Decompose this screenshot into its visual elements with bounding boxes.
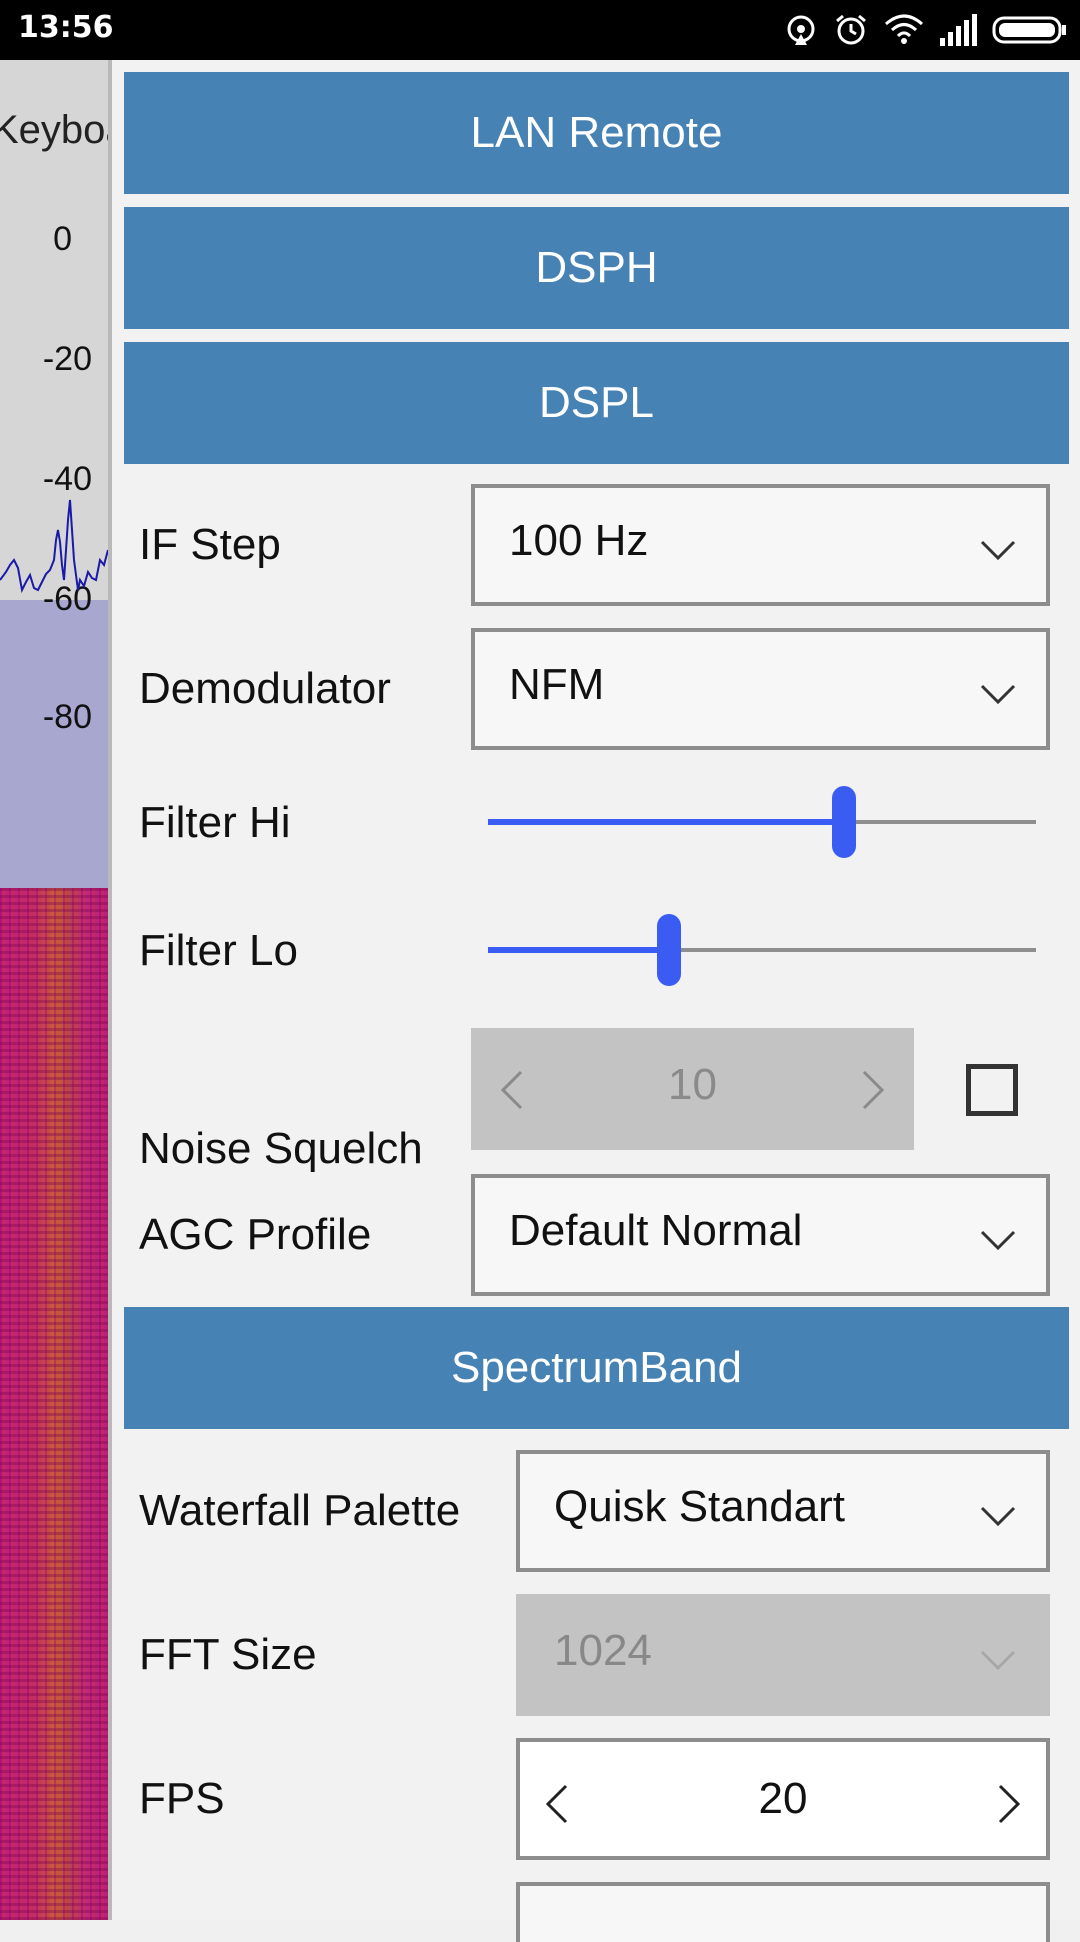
wifi-icon xyxy=(885,14,923,44)
section-spectrum-band[interactable]: SpectrumBand xyxy=(124,1307,1069,1429)
slider-fill xyxy=(488,947,669,953)
fps-label: FPS xyxy=(139,1774,225,1823)
next-setting-control[interactable] xyxy=(516,1882,1050,1942)
filter-lo-label: Filter Lo xyxy=(139,926,298,975)
fps-value: 20 xyxy=(758,1774,808,1823)
agc-profile-dropdown[interactable]: Default Normal xyxy=(471,1174,1050,1296)
filter-lo-slider[interactable] xyxy=(488,914,1036,986)
waterfall-view[interactable] xyxy=(0,888,108,1920)
if-step-label: IF Step xyxy=(139,520,281,569)
chevron-right-icon[interactable] xyxy=(994,1782,1024,1826)
battery-icon xyxy=(992,16,1066,44)
chevron-right-icon[interactable] xyxy=(858,1068,888,1112)
spectrum-trace xyxy=(0,499,108,594)
demodulator-value: NFM xyxy=(509,660,605,709)
agc-profile-label: AGC Profile xyxy=(139,1210,372,1259)
chevron-down-icon xyxy=(980,1506,1016,1527)
status-time: 13:56 xyxy=(18,10,114,45)
demodulator-label: Demodulator xyxy=(139,664,391,713)
filter-hi-slider[interactable] xyxy=(488,786,1036,858)
fft-size-dropdown[interactable]: 1024 xyxy=(516,1594,1050,1716)
noise-squelch-value: 10 xyxy=(668,1060,717,1109)
signal-icon xyxy=(940,14,977,46)
settings-panel: LAN Remote DSPH DSPL IF Step 100 Hz Demo… xyxy=(112,60,1080,1942)
spectrum-plot[interactable]: Keyboard 0 -20 -40 -60 -80 xyxy=(0,60,110,888)
if-step-value: 100 Hz xyxy=(509,516,649,565)
section-dsph[interactable]: DSPH xyxy=(124,207,1069,329)
chevron-down-icon xyxy=(980,1230,1016,1251)
demodulator-dropdown[interactable]: NFM xyxy=(471,628,1050,750)
filter-hi-label: Filter Hi xyxy=(139,798,291,847)
noise-squelch-stepper[interactable]: 10 xyxy=(471,1028,914,1150)
waterfall-palette-value: Quisk Standart xyxy=(554,1482,846,1531)
slider-thumb[interactable] xyxy=(832,786,857,858)
hotspot-icon xyxy=(787,15,815,45)
if-step-dropdown[interactable]: 100 Hz xyxy=(471,484,1050,606)
status-bar: 13:56 xyxy=(0,0,1080,60)
noise-squelch-checkbox[interactable] xyxy=(966,1064,1018,1116)
waterfall-palette-label: Waterfall Palette xyxy=(139,1486,461,1535)
section-dspl[interactable]: DSPL xyxy=(124,342,1069,464)
agc-profile-value: Default Normal xyxy=(509,1206,803,1255)
chevron-down-icon xyxy=(980,684,1016,705)
alarm-icon xyxy=(836,14,866,45)
noise-squelch-label: Noise Squelch xyxy=(139,1124,423,1173)
fps-stepper[interactable]: 20 xyxy=(516,1738,1050,1860)
chevron-down-icon xyxy=(980,1650,1016,1671)
spectrum-view[interactable]: Keyboard 0 -20 -40 -60 -80 xyxy=(0,60,110,1920)
chevron-down-icon xyxy=(980,540,1016,561)
waterfall-palette-dropdown[interactable]: Quisk Standart xyxy=(516,1450,1050,1572)
slider-fill xyxy=(488,819,845,825)
section-lan-remote[interactable]: LAN Remote xyxy=(124,72,1069,194)
slider-thumb[interactable] xyxy=(656,914,681,986)
fft-size-label: FFT Size xyxy=(139,1630,317,1679)
fft-size-value: 1024 xyxy=(554,1626,652,1675)
